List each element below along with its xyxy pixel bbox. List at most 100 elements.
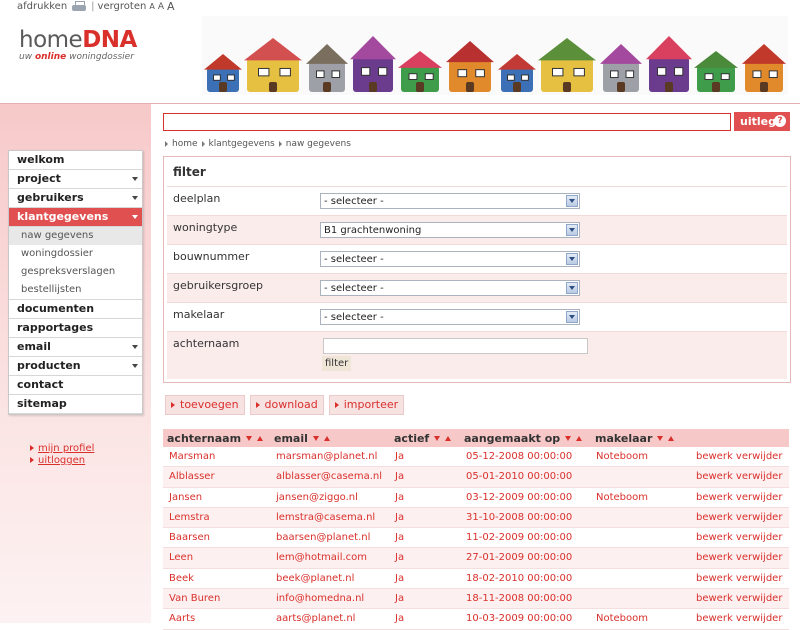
menu-item-klantgegevens[interactable]: klantgegevens: [9, 208, 142, 227]
cell-achternaam[interactable]: Beek: [169, 573, 194, 584]
edit-link[interactable]: bewerk: [696, 492, 733, 503]
import-button[interactable]: importeer: [328, 395, 405, 415]
cell-achternaam[interactable]: Jansen: [169, 492, 202, 503]
question-icon: ?: [774, 115, 786, 127]
delete-link[interactable]: verwijder: [736, 492, 783, 503]
text-size-small[interactable]: A: [149, 2, 154, 11]
sort-desc-icon[interactable]: [312, 436, 319, 441]
cell-achternaam[interactable]: Alblasser: [169, 471, 215, 482]
chevron-down-icon[interactable]: [132, 196, 138, 200]
cell-email[interactable]: baarsen@planet.nl: [276, 532, 370, 543]
menu-item-rapportages[interactable]: rapportages: [9, 319, 142, 338]
menu-item-project[interactable]: project: [9, 170, 142, 189]
cell-email[interactable]: jansen@ziggo.nl: [276, 492, 358, 503]
menu-item-sitemap[interactable]: sitemap: [9, 395, 142, 414]
delete-link[interactable]: verwijder: [736, 573, 783, 584]
dropdown-arrow-icon[interactable]: [566, 282, 578, 294]
cell-email[interactable]: lem@hotmail.com: [276, 552, 367, 563]
dropdown-arrow-icon[interactable]: [566, 253, 578, 265]
crumb-arrow-icon: [201, 141, 205, 147]
edit-link[interactable]: bewerk: [696, 471, 733, 482]
chevron-down-icon[interactable]: [132, 215, 138, 219]
print-link[interactable]: afdrukken: [17, 1, 67, 12]
cell-email[interactable]: alblasser@casema.nl: [276, 471, 382, 482]
cell-email[interactable]: lemstra@casema.nl: [276, 512, 375, 523]
submenu-item-bestellijsten[interactable]: bestellijsten: [9, 281, 142, 299]
edit-link[interactable]: bewerk: [696, 512, 733, 523]
cell-aangemaakt: 18-11-2008 00:00:00: [466, 593, 573, 605]
breadcrumb-klantgegevens[interactable]: klantgegevens: [209, 139, 275, 149]
sort-asc-icon[interactable]: [323, 436, 330, 441]
edit-link[interactable]: bewerk: [696, 451, 733, 462]
cell-email[interactable]: info@homedna.nl: [276, 593, 364, 604]
text-size-medium[interactable]: A: [158, 2, 164, 12]
delete-link[interactable]: verwijder: [736, 532, 783, 543]
help-button-label: uitleg: [740, 115, 776, 128]
cell-email[interactable]: marsman@planet.nl: [276, 451, 377, 462]
column-header-email: email: [274, 432, 330, 445]
cell-email[interactable]: beek@planet.nl: [276, 573, 354, 584]
logo[interactable]: homeDNA uw online woningdossier: [19, 27, 137, 62]
submenu-item-naw-gegevens[interactable]: naw gegevens: [9, 227, 142, 245]
cell-achternaam[interactable]: Baarsen: [169, 532, 210, 543]
dropdown-arrow-icon[interactable]: [566, 224, 578, 236]
menu-item-contact[interactable]: contact: [9, 376, 142, 395]
cell-achternaam[interactable]: Lemstra: [169, 512, 210, 523]
add-button[interactable]: toevoegen: [165, 395, 245, 415]
cell-achternaam[interactable]: Van Buren: [169, 593, 220, 604]
edit-link[interactable]: bewerk: [696, 573, 733, 584]
table-row: Leen lem@hotmail.com Ja 27-01-2009 00:00:00…: [163, 548, 789, 569]
help-button[interactable]: uitleg ?: [734, 112, 790, 131]
sort-asc-icon[interactable]: [576, 436, 583, 441]
sort-desc-icon[interactable]: [246, 436, 253, 441]
cell-achternaam[interactable]: Leen: [169, 552, 193, 563]
menu-item-email[interactable]: email: [9, 338, 142, 357]
menu-item-welkom[interactable]: welkom: [9, 151, 142, 170]
submenu-item-woningdossier[interactable]: woningdossier: [9, 245, 142, 263]
filter-row-woningtype: woningtype B1 grachtenwoning: [167, 215, 787, 244]
sort-asc-icon[interactable]: [445, 436, 452, 441]
chevron-down-icon[interactable]: [132, 345, 138, 349]
sort-asc-icon[interactable]: [668, 436, 675, 441]
chevron-down-icon[interactable]: [132, 364, 138, 368]
download-button[interactable]: download: [249, 395, 324, 415]
edit-link[interactable]: bewerk: [696, 593, 733, 604]
submenu-item-gespreksverslagen[interactable]: gespreksverslagen: [9, 263, 142, 281]
sort-desc-icon[interactable]: [434, 436, 441, 441]
delete-link[interactable]: verwijder: [736, 512, 783, 523]
chevron-down-icon[interactable]: [132, 177, 138, 181]
filter-button[interactable]: filter: [322, 356, 352, 371]
menu-item-gebruikers[interactable]: gebruikers: [9, 189, 142, 208]
delete-link[interactable]: verwijder: [736, 451, 783, 462]
menu-item-producten[interactable]: producten: [9, 357, 142, 376]
text-size-large[interactable]: A: [167, 0, 175, 13]
bouwnummer-select[interactable]: - selecteer -: [320, 251, 580, 267]
table-row: Alblasser alblasser@casema.nl Ja 05-01-2010…: [163, 467, 789, 488]
gebruikersgroep-select[interactable]: - selecteer -: [320, 280, 580, 296]
menu-item-documenten[interactable]: documenten: [9, 300, 142, 319]
my-profile-link[interactable]: mijn profiel: [38, 443, 94, 454]
printer-icon[interactable]: [72, 1, 87, 12]
cell-actief: Ja: [395, 572, 405, 584]
search-input[interactable]: [163, 113, 731, 131]
house-icon: [538, 38, 596, 92]
dropdown-arrow-icon[interactable]: [566, 195, 578, 207]
achternaam-input[interactable]: [323, 338, 588, 354]
row-actions: bewerk verwijder: [696, 552, 782, 563]
edit-link[interactable]: bewerk: [696, 532, 733, 543]
edit-link[interactable]: bewerk: [696, 552, 733, 563]
woningtype-select[interactable]: B1 grachtenwoning: [320, 222, 580, 238]
deelplan-select[interactable]: - selecteer -: [320, 193, 580, 209]
select-value: - selecteer -: [324, 196, 384, 207]
delete-link[interactable]: verwijder: [736, 593, 783, 604]
makelaar-select[interactable]: - selecteer -: [320, 309, 580, 325]
cell-achternaam[interactable]: Marsman: [169, 451, 215, 462]
delete-link[interactable]: verwijder: [736, 471, 783, 482]
sort-desc-icon[interactable]: [657, 436, 664, 441]
sort-desc-icon[interactable]: [565, 436, 572, 441]
sort-asc-icon[interactable]: [257, 436, 264, 441]
delete-link[interactable]: verwijder: [736, 552, 783, 563]
breadcrumb-home[interactable]: home: [172, 139, 198, 149]
dropdown-arrow-icon[interactable]: [566, 311, 578, 323]
logout-link[interactable]: uitloggen: [38, 455, 85, 466]
